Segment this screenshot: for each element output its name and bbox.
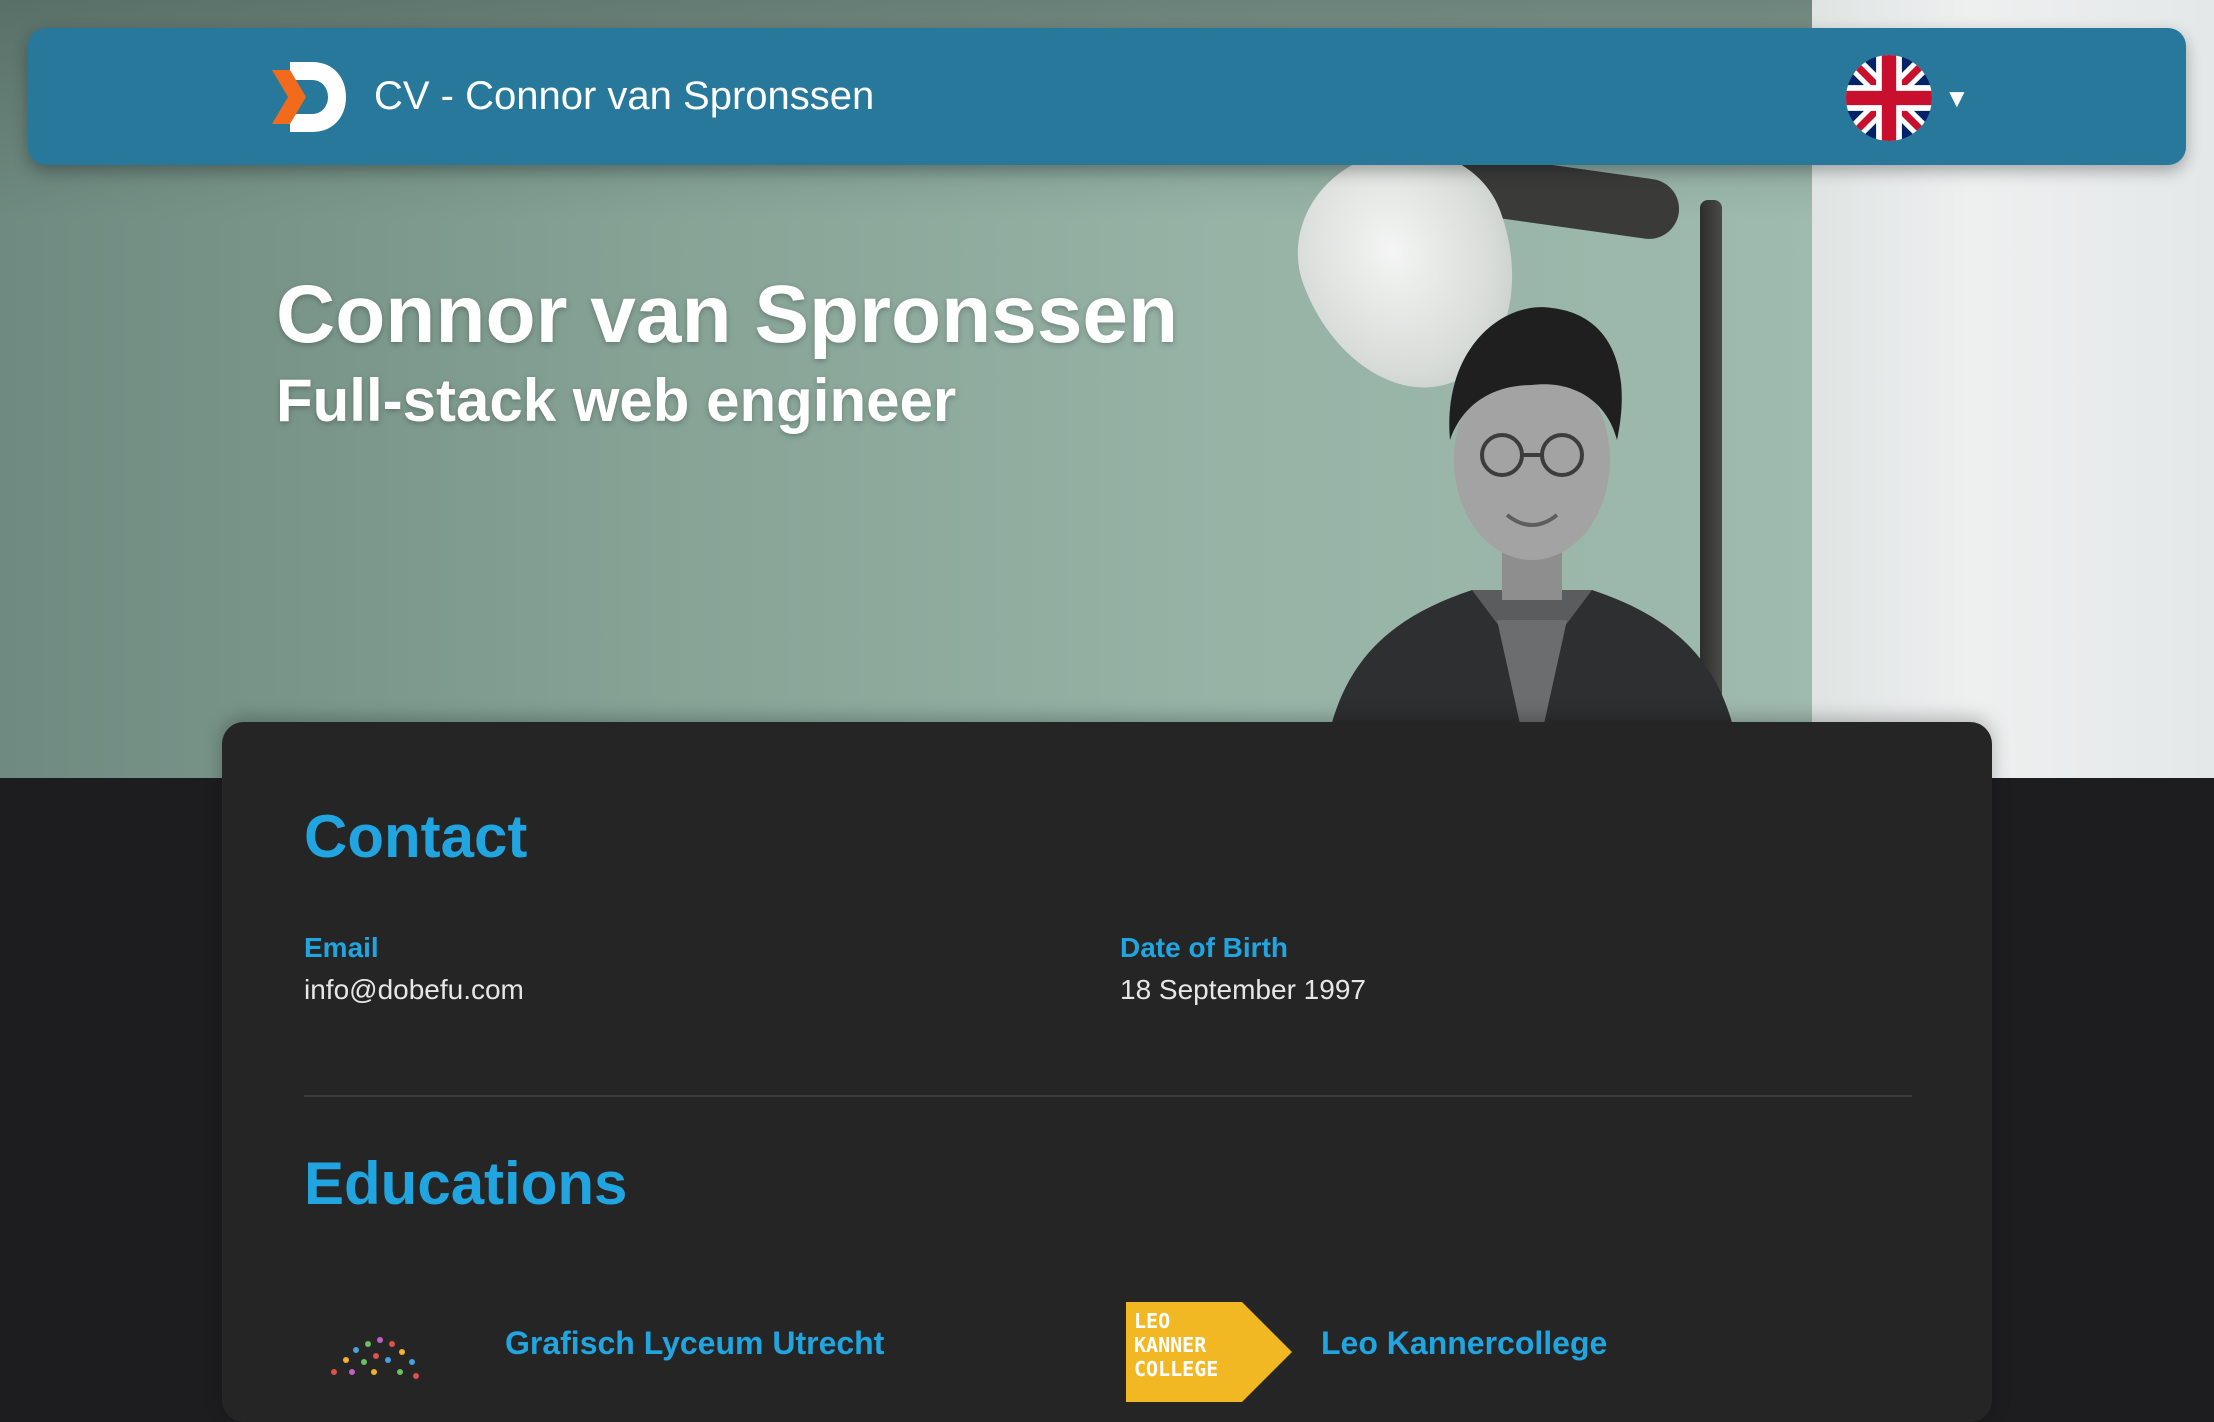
svg-text:COLLEGE: COLLEGE [1134,1357,1218,1381]
top-navbar: CV - Connor van Spronssen ▼ [28,28,2186,165]
grafisch-lyceum-logo-icon [331,1337,419,1379]
education-name[interactable]: Grafisch Lyceum Utrecht [505,1325,884,1362]
leo-kannercollege-logo-icon: LEO KANNER COLLEGE [1126,1302,1292,1402]
email-value[interactable]: info@dobefu.com [304,974,524,1006]
dobefu-logo-icon[interactable] [268,56,350,138]
educations-heading: Educations [304,1150,628,1217]
contact-heading: Contact [304,803,528,870]
uk-flag-icon[interactable] [1846,55,1932,141]
hero-job-title: Full-stack web engineer [276,367,957,435]
section-divider [304,1095,1912,1097]
svg-text:LEO: LEO [1134,1309,1170,1333]
language-switcher[interactable]: ▼ [1846,53,1970,143]
caret-down-icon[interactable]: ▼ [1944,83,1970,114]
dob-label: Date of Birth [1120,932,1288,963]
svg-text:KANNER: KANNER [1134,1333,1207,1357]
dob-value: 18 September 1997 [1120,974,1366,1005]
email-label: Email [304,932,379,963]
content-card: Contact Email info@dobefu.com Date of Bi… [222,722,1992,1422]
hero-name: Connor van Spronssen [276,269,1179,360]
education-name[interactable]: Leo Kannercollege [1321,1325,1607,1362]
hero-name-block: Connor van Spronssen Full-stack web engi… [276,269,1179,435]
site-title[interactable]: CV - Connor van Spronssen [374,74,874,119]
profile-photo [1322,307,1742,778]
